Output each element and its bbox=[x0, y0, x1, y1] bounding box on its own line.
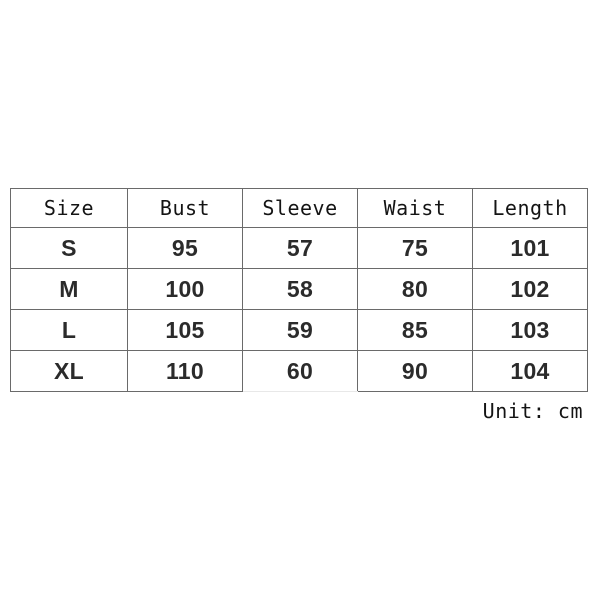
cell-size: M bbox=[10, 268, 128, 310]
table-body: S 95 57 75 101 M 100 58 80 102 L 105 59 … bbox=[10, 227, 588, 392]
column-header-bust: Bust bbox=[127, 188, 243, 228]
cell-length: 104 bbox=[472, 350, 588, 392]
table-header: Size Bust Sleeve Waist Length bbox=[10, 188, 588, 228]
table-row: XL 110 60 90 104 bbox=[10, 350, 588, 392]
table-header-row: Size Bust Sleeve Waist Length bbox=[10, 188, 588, 228]
cell-length: 103 bbox=[472, 309, 588, 351]
cell-length: 101 bbox=[472, 227, 588, 269]
cell-bust: 110 bbox=[127, 350, 243, 392]
cell-sleeve: 58 bbox=[242, 268, 358, 310]
table-row: S 95 57 75 101 bbox=[10, 227, 588, 269]
cell-size: XL bbox=[10, 350, 128, 392]
column-header-size: Size bbox=[10, 188, 128, 228]
cell-waist: 90 bbox=[357, 350, 473, 392]
column-header-sleeve: Sleeve bbox=[242, 188, 358, 228]
column-header-length: Length bbox=[472, 188, 588, 228]
cell-sleeve: 60 bbox=[242, 350, 358, 392]
cell-size: S bbox=[10, 227, 128, 269]
cell-waist: 80 bbox=[357, 268, 473, 310]
cell-size: L bbox=[10, 309, 128, 351]
size-chart-table: Size Bust Sleeve Waist Length S 95 57 75… bbox=[10, 188, 588, 392]
size-chart-image: Size Bust Sleeve Waist Length S 95 57 75… bbox=[0, 0, 600, 600]
cell-bust: 95 bbox=[127, 227, 243, 269]
cell-sleeve: 57 bbox=[242, 227, 358, 269]
unit-note: Unit: cm bbox=[482, 399, 583, 423]
cell-length: 102 bbox=[472, 268, 588, 310]
cell-waist: 75 bbox=[357, 227, 473, 269]
cell-sleeve: 59 bbox=[242, 309, 358, 351]
column-header-waist: Waist bbox=[357, 188, 473, 228]
table-row: L 105 59 85 103 bbox=[10, 309, 588, 351]
cell-bust: 100 bbox=[127, 268, 243, 310]
cell-waist: 85 bbox=[357, 309, 473, 351]
cell-bust: 105 bbox=[127, 309, 243, 351]
table-row: M 100 58 80 102 bbox=[10, 268, 588, 310]
